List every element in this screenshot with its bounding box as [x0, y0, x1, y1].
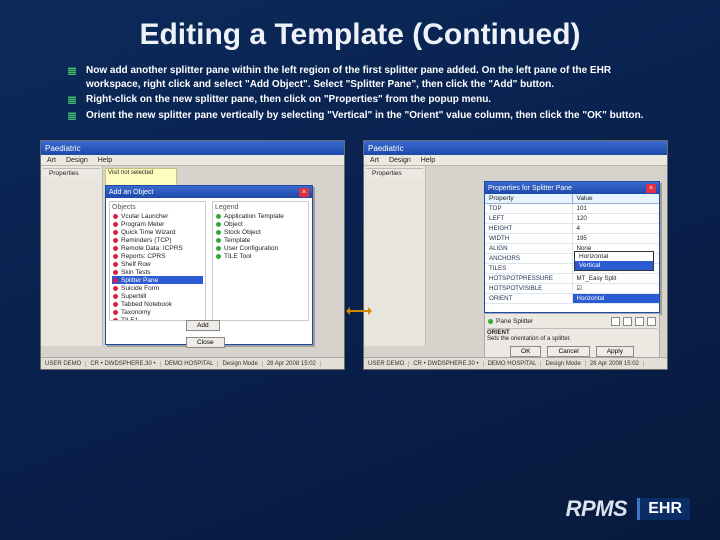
dropdown-option-selected[interactable]: Vertical — [575, 261, 653, 270]
bullet-item: Now add another splitter pane within the… — [86, 64, 660, 91]
dropdown-option[interactable]: Horizontal — [575, 252, 653, 261]
menu-item[interactable]: Art — [370, 157, 379, 164]
status-cell: Design Mode — [218, 361, 262, 367]
properties-dialog: Properties for Splitter Pane × Property … — [484, 181, 660, 313]
menu-item[interactable]: Design — [389, 157, 411, 164]
tree-item[interactable]: Reports: CPRS — [112, 252, 203, 260]
tree-item[interactable]: Program Meter — [112, 220, 203, 228]
design-panel: Pane Splitter ORIENT Sets the orientatio… — [484, 313, 660, 359]
tree-item[interactable]: Vcular Launcher — [112, 212, 203, 220]
menu-bar: Art Design Help — [364, 155, 667, 166]
cancel-button[interactable]: Cancel — [547, 346, 589, 357]
status-cell: CR • DWDSPHERE.30 • — [409, 361, 483, 367]
properties-tab[interactable]: Properties — [43, 168, 100, 178]
column-header-property: Property — [485, 194, 573, 203]
legend-item: Template — [215, 236, 306, 244]
screenshot-right: Paediatric Art Design Help Properties Pr… — [363, 140, 668, 370]
objects-column: Objects Vcular Launcher Program Meter Qu… — [109, 201, 206, 321]
palette-icon[interactable] — [647, 317, 656, 326]
column-header: Objects — [112, 204, 203, 211]
bullet-item: Right-click on the new splitter pane, th… — [86, 93, 660, 107]
close-icon[interactable]: × — [646, 184, 656, 193]
visit-notice: Visit not selected — [105, 168, 177, 186]
tree-item[interactable]: Skin Tests — [112, 268, 203, 276]
properties-tab[interactable]: Properties — [366, 168, 423, 178]
window-titlebar: Paediatric — [41, 141, 344, 155]
footer-logo: RPMS EHR — [566, 496, 690, 522]
status-bar: USER DEMO CR • DWDSPHERE.30 • DEMO HOSPI… — [41, 357, 344, 369]
menu-item[interactable]: Help — [421, 157, 435, 164]
dialog-title: Properties for Splitter Pane — [488, 185, 572, 192]
window-title: Paediatric — [45, 144, 81, 153]
orient-desc: Sets the orientation of a splitter. — [487, 336, 571, 342]
property-row-orient[interactable]: ORIENTHorizontal — [485, 294, 659, 304]
tree-item[interactable]: Remote Data: ICPRS — [112, 244, 203, 252]
close-icon[interactable]: × — [299, 188, 309, 197]
legend-item: User Configuration — [215, 244, 306, 252]
legend-item: Stock Object — [215, 228, 306, 236]
tree-item[interactable]: Suicide Form — [112, 284, 203, 292]
status-bar: USER DEMO CR • DWDSPHERE.30 • DEMO HOSPI… — [364, 357, 667, 369]
add-button[interactable]: Add — [186, 320, 220, 331]
menu-bar: Art Design Help — [41, 155, 344, 166]
status-cell: CR • DWDSPHERE.30 • — [86, 361, 160, 367]
status-cell: USER DEMO — [41, 361, 86, 367]
orient-dropdown[interactable]: Horizontal Vertical — [574, 251, 654, 271]
apply-button[interactable]: Apply — [596, 346, 634, 357]
status-cell: Design Mode — [541, 361, 585, 367]
property-row[interactable]: TOP101 — [485, 204, 659, 214]
window-title: Paediatric — [368, 144, 404, 153]
legend-item: TILE Tool — [215, 252, 306, 260]
screenshot-left: Paediatric Art Design Help Visit not sel… — [40, 140, 345, 370]
menu-item[interactable]: Help — [98, 157, 112, 164]
menu-item[interactable]: Art — [47, 157, 56, 164]
tree-item[interactable]: Quick Time Wizard — [112, 228, 203, 236]
bullet-list: Now add another splitter pane within the… — [86, 64, 660, 122]
bullet-item: Orient the new splitter pane vertically … — [86, 109, 660, 123]
add-object-dialog: Add an Object × Objects Vcular Launcher … — [105, 185, 313, 345]
tree-item[interactable]: Superbill — [112, 292, 203, 300]
ehr-badge: EHR — [637, 498, 690, 520]
status-cell: DEMO HOSPITAL — [484, 361, 542, 367]
property-row[interactable]: HEIGHT4 — [485, 224, 659, 234]
status-cell: 28 Apr 2008 15:02 — [263, 361, 321, 367]
property-row[interactable]: LEFT120 — [485, 214, 659, 224]
property-row[interactable]: WIDTH195 — [485, 234, 659, 244]
legend-item: Application Template — [215, 212, 306, 220]
gear-icon[interactable] — [635, 317, 644, 326]
status-cell: USER DEMO — [364, 361, 409, 367]
status-cell: DEMO HOSPITAL — [161, 361, 219, 367]
legend-item: Object — [215, 220, 306, 228]
property-row[interactable]: HOTSPOTPRESSUREMT_Easy Split — [485, 274, 659, 284]
add-icon[interactable] — [611, 317, 620, 326]
tree-item[interactable]: Tabbed Notebook — [112, 300, 203, 308]
transition-arrow-icon — [348, 310, 370, 312]
column-header: Legend — [215, 204, 306, 211]
close-button[interactable]: Close — [186, 337, 225, 348]
slide-title: Editing a Template (Continued) — [0, 0, 720, 64]
tree-item[interactable]: Taxonomy — [112, 308, 203, 316]
dialog-title: Add an Object — [109, 189, 153, 196]
column-header-value: Value — [573, 194, 660, 203]
pane-splitter-node[interactable]: Pane Splitter — [487, 316, 657, 326]
remove-icon[interactable] — [623, 317, 632, 326]
ok-button[interactable]: OK — [510, 346, 541, 357]
tree-item[interactable]: Reminders (TCP) — [112, 236, 203, 244]
tree-item[interactable]: Shelf Row — [112, 260, 203, 268]
status-cell: 28 Apr 2008 15:02 — [586, 361, 644, 367]
tree-item-selected[interactable]: Splitter Pane — [112, 276, 203, 284]
property-row[interactable]: HOTSPOTVISIBLE☑ — [485, 284, 659, 294]
rpms-logo: RPMS — [566, 496, 628, 522]
window-titlebar: Paediatric — [364, 141, 667, 155]
legend-column: Legend Application Template Object Stock… — [212, 201, 309, 321]
menu-item[interactable]: Design — [66, 157, 88, 164]
